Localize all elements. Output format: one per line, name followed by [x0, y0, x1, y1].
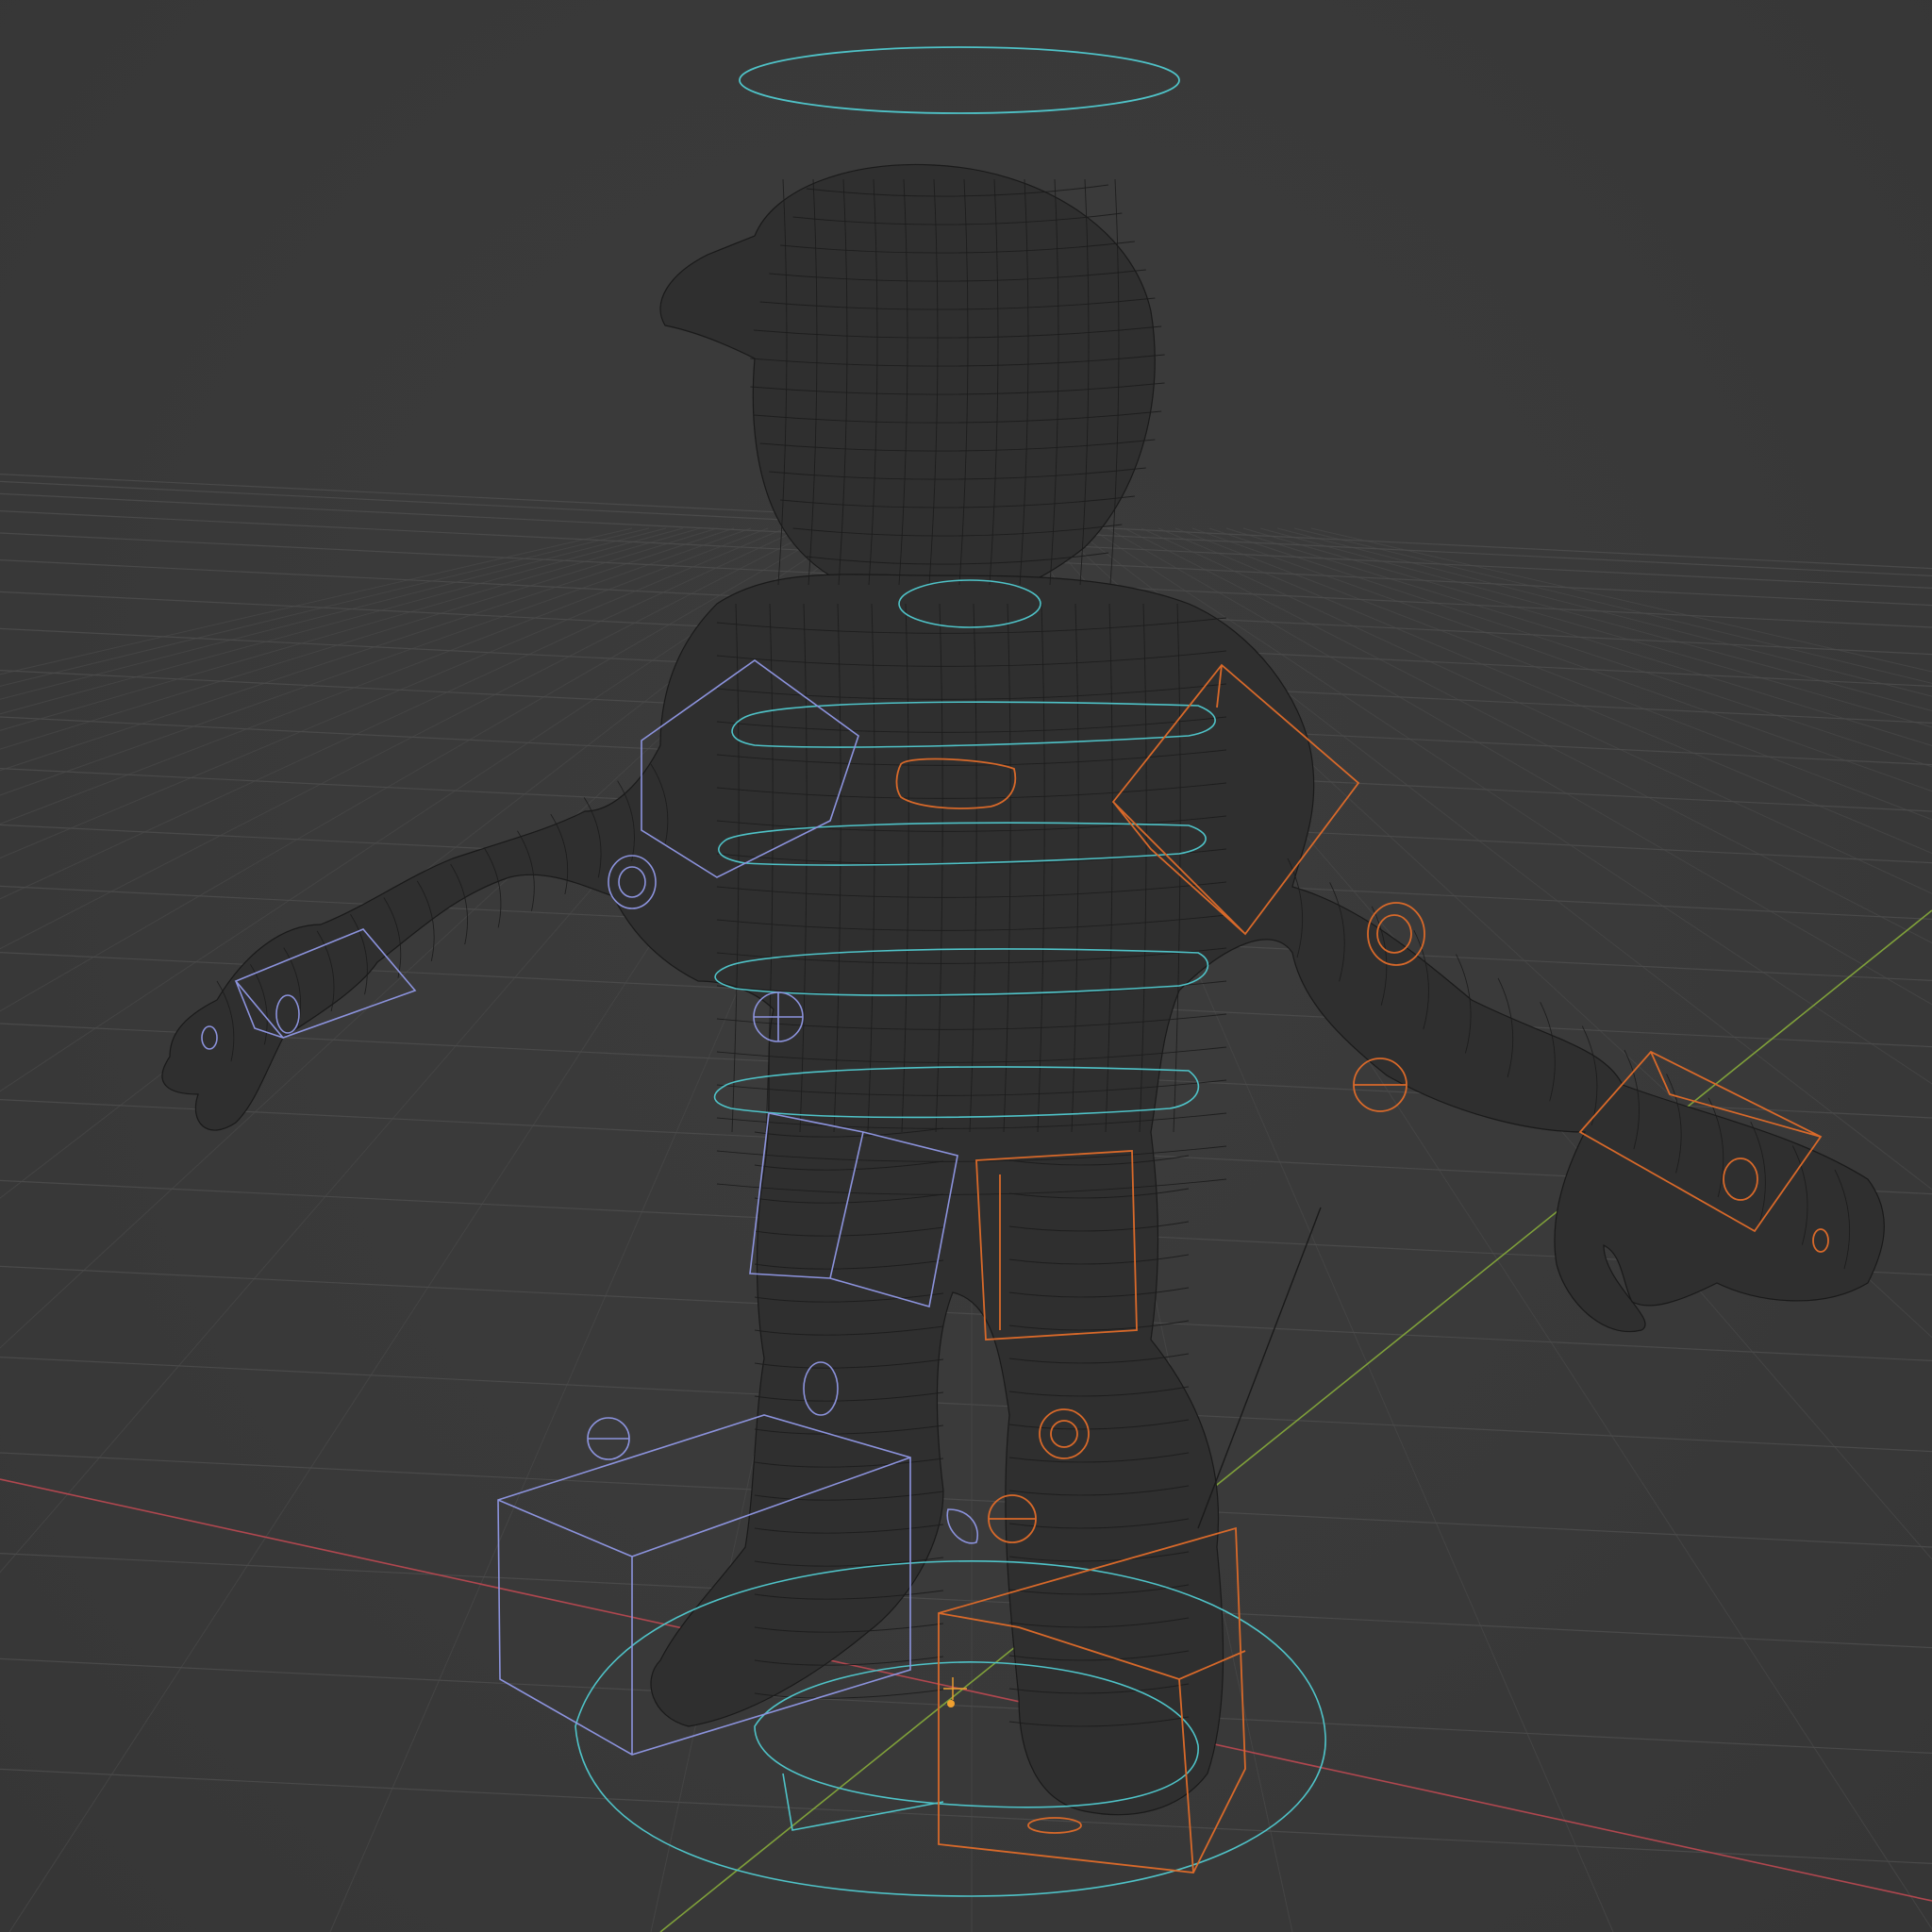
grid-line — [0, 1657, 1932, 1754]
grid-line — [0, 1768, 1932, 1864]
grid-line — [0, 527, 735, 772]
left-toe-pivot[interactable] — [946, 1508, 978, 1544]
grid-line — [0, 527, 667, 700]
grid-line — [0, 527, 684, 715]
grid-line — [0, 527, 718, 750]
grid-line — [0, 527, 752, 796]
viewport-canvas[interactable] — [0, 0, 1932, 1932]
grid-line — [0, 527, 769, 825]
grid-line — [0, 1553, 1932, 1649]
grid-line — [0, 527, 701, 731]
character-mesh[interactable] — [161, 163, 1885, 1816]
3d-viewport[interactable] — [0, 0, 1932, 1932]
grid-line — [0, 1357, 1932, 1453]
head-control-ring[interactable] — [739, 46, 1180, 114]
